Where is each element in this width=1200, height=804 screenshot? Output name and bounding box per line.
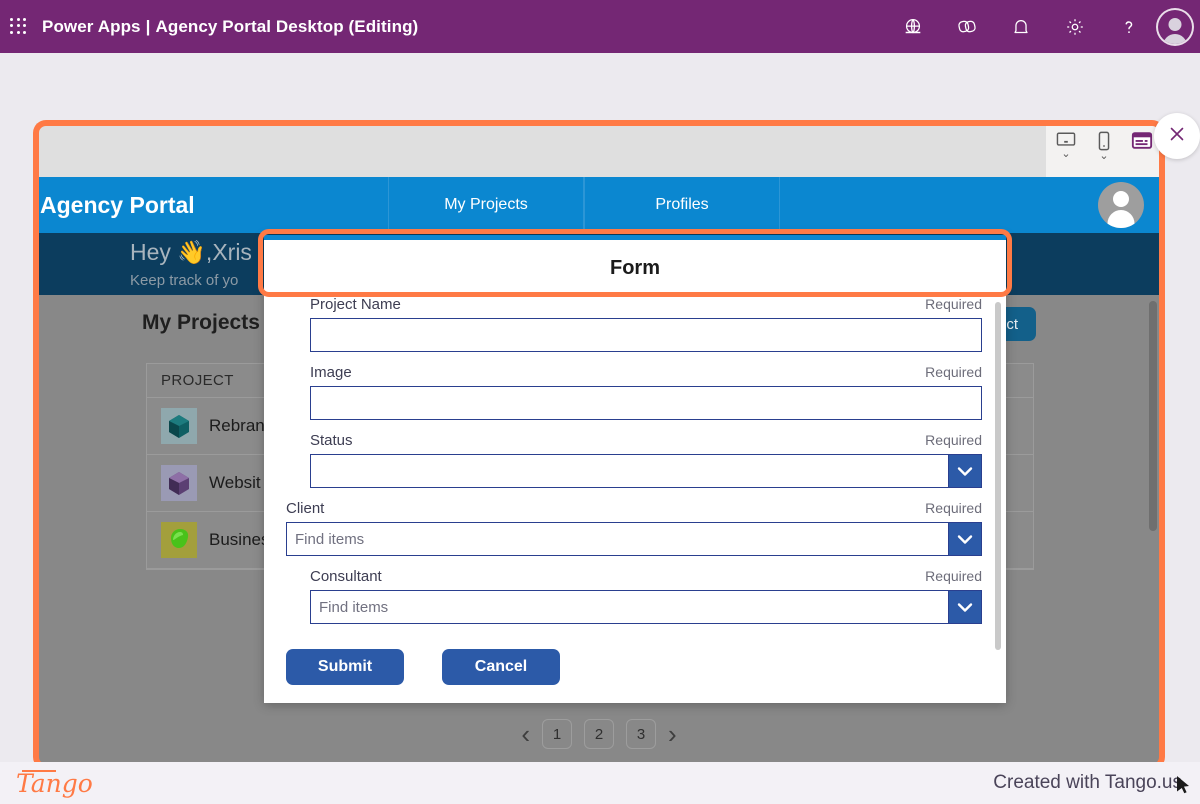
required-badge: Required (925, 296, 982, 312)
close-button[interactable] (1154, 113, 1200, 159)
purple-polyhedron-thumb (161, 465, 197, 501)
status-dropdown[interactable] (310, 454, 982, 488)
product-name: Power Apps (42, 16, 141, 36)
pagination-page-1[interactable]: 1 (542, 719, 572, 749)
field-status: Status Required (286, 432, 984, 488)
device-preview-toolbar: ⌄ ⌄ (1046, 123, 1162, 177)
avatar[interactable] (1156, 7, 1194, 46)
tango-logo: Tango (16, 768, 93, 798)
consultant-combobox[interactable]: Find items (310, 590, 982, 624)
field-client: Client Required Find items (286, 500, 984, 556)
device-mobile-option[interactable]: ⌄ (1089, 131, 1119, 162)
footer-credit: Created with Tango.us (993, 772, 1182, 793)
powerapps-topbar: Power Apps | Agency Portal Desktop (Editin… (0, 0, 1200, 53)
field-image: Image Required (286, 364, 984, 420)
required-badge: Required (925, 568, 982, 584)
project-name-input[interactable] (310, 318, 982, 352)
form-modal: Form Project Name Required Image Require… (264, 235, 1006, 703)
cancel-button[interactable]: Cancel (442, 649, 560, 685)
page-title: Power Apps | Agency Portal Desktop (Editin… (42, 17, 418, 37)
chevron-down-icon[interactable] (948, 522, 982, 556)
tab-profiles[interactable]: Profiles (584, 177, 780, 233)
waffle-grid-icon[interactable] (10, 17, 28, 36)
client-combobox[interactable]: Find items (286, 522, 982, 556)
teal-polyhedron-thumb (161, 408, 197, 444)
section-heading: My Projects (142, 311, 260, 334)
content-scrollbar[interactable] (1149, 301, 1157, 531)
layers-icon[interactable] (940, 0, 994, 53)
field-label: Consultant (310, 568, 382, 585)
globe-icon[interactable] (886, 0, 940, 53)
device-desktop-option[interactable]: ⌄ (1051, 131, 1081, 160)
field-label: Status (310, 432, 353, 449)
pagination-prev-button[interactable]: ‹ (521, 721, 530, 747)
modal-title: Form (610, 256, 660, 279)
footer: Tango Created with Tango.us (0, 762, 1200, 804)
tab-my-projects[interactable]: My Projects (388, 177, 584, 233)
form-card-icon[interactable] (1127, 131, 1157, 150)
editor-canvas: ⌄ ⌄ Agency Portal My Projects Profiles H… (0, 53, 1200, 770)
form-fields: Project Name Required Image Required Sta… (264, 296, 1006, 656)
table-row-label: Websit (209, 473, 261, 492)
pagination-next-button[interactable]: › (668, 721, 677, 747)
field-consultant: Consultant Required Find items (286, 568, 984, 624)
close-x-icon (1167, 124, 1187, 149)
pagination-page-2[interactable]: 2 (584, 719, 614, 749)
portal-brand: Agency Portal (40, 191, 195, 218)
modal-scrollbar[interactable] (995, 302, 1001, 650)
required-badge: Required (925, 364, 982, 380)
app-name: Agency Portal Desktop (Editing) (155, 16, 419, 36)
image-input[interactable] (310, 386, 982, 420)
help-icon[interactable] (1102, 0, 1156, 53)
green-blob-thumb (161, 522, 197, 558)
chevron-down-icon[interactable] (948, 454, 982, 488)
required-badge: Required (925, 500, 982, 516)
chevron-down-icon[interactable]: ⌄ (1099, 151, 1108, 162)
client-search-input[interactable]: Find items (286, 522, 948, 556)
portal-navbar: Agency Portal My Projects Profiles (36, 177, 1162, 233)
portal-user-avatar[interactable] (1098, 182, 1144, 228)
chevron-down-icon[interactable]: ⌄ (1061, 149, 1070, 160)
chevron-down-icon[interactable] (948, 590, 982, 624)
gear-icon[interactable] (1048, 0, 1102, 53)
field-project-name: Project Name Required (286, 296, 984, 352)
field-label: Client (286, 500, 325, 517)
pagination: ‹ 1 2 3 › (36, 719, 1162, 749)
field-label: Project Name (310, 296, 401, 313)
submit-button[interactable]: Submit (286, 649, 404, 685)
required-badge: Required (925, 432, 982, 448)
table-row-label: Rebran (209, 416, 265, 435)
topbar-icon-group (886, 0, 1200, 53)
field-label: Image (310, 364, 352, 381)
mouse-cursor-icon (1176, 775, 1192, 802)
bell-icon[interactable] (994, 0, 1048, 53)
modal-actions: Submit Cancel (286, 649, 560, 685)
title-separator: | (145, 16, 151, 36)
pagination-page-3[interactable]: 3 (626, 719, 656, 749)
consultant-search-input[interactable]: Find items (310, 590, 948, 624)
table-row-label: Busines (209, 530, 270, 549)
status-value[interactable] (310, 454, 948, 488)
